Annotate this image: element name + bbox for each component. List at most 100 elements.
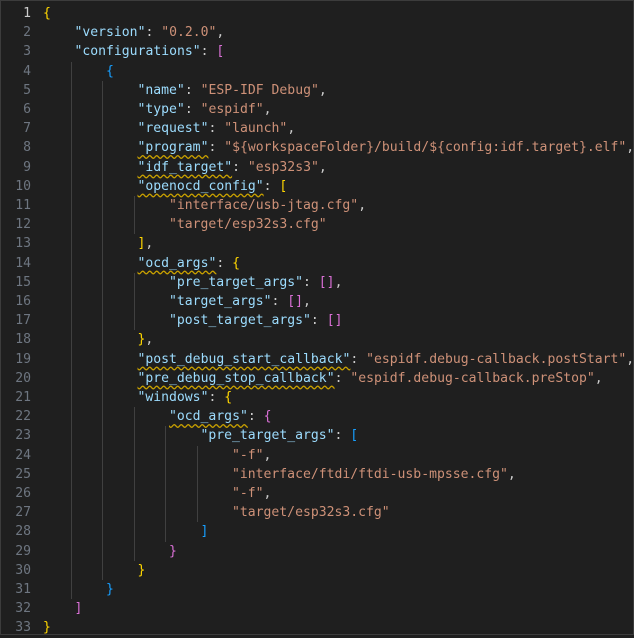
indent-guide <box>133 522 135 542</box>
line-number: 5 <box>23 82 31 98</box>
json-key: "pre_debug_stop_callback" <box>137 370 335 386</box>
indent-guide <box>102 138 103 158</box>
code-line[interactable]: "interface/usb-jtag.cfg", <box>35 196 633 216</box>
indent-guide <box>70 407 72 427</box>
code-line[interactable]: ] <box>35 522 633 542</box>
indent-guide <box>102 330 103 350</box>
line-number: 23 <box>15 428 31 444</box>
bracket: { <box>224 390 233 405</box>
bracket: } <box>169 543 177 559</box>
json-key: "configurations" <box>74 44 201 60</box>
bracket: [ <box>350 428 359 444</box>
punctuation: , <box>334 274 343 290</box>
indent-guide <box>70 196 72 216</box>
line-number: 19 <box>15 351 31 367</box>
indent-guide <box>70 253 72 273</box>
code-line[interactable]: "configurations": [ <box>35 42 633 61</box>
code-line[interactable]: "target/esp32s3.cfg" <box>35 503 633 523</box>
indent-guide <box>165 426 166 446</box>
indent-guide <box>133 311 135 331</box>
indent-guide <box>102 407 103 427</box>
indent-guide <box>70 176 72 196</box>
line-number: 9 <box>23 159 31 175</box>
line-number: 26 <box>15 486 31 501</box>
code-line[interactable]: { <box>35 4 633 23</box>
line-number: 11 <box>15 198 31 213</box>
indent-guide <box>70 311 72 331</box>
indent-guide <box>102 426 103 446</box>
code-line[interactable]: "target/esp32s3.cfg" <box>35 215 633 235</box>
code-line[interactable]: "ocd_args": { <box>35 253 633 273</box>
code-line[interactable]: "pre_debug_stop_callback": "espidf.debug… <box>35 368 633 388</box>
indent-guide <box>70 445 72 465</box>
indent-guide <box>133 484 135 504</box>
code-line[interactable]: "name": "ESP-IDF Debug", <box>35 80 633 100</box>
code-line[interactable]: "-f", <box>35 445 633 465</box>
indent-guide <box>70 100 72 120</box>
line-number: 4 <box>23 63 31 79</box>
indent-guide <box>165 445 166 465</box>
indent-guide <box>70 426 72 446</box>
punctuation: , <box>263 102 272 117</box>
bracket: [] <box>287 294 304 309</box>
bracket: } <box>43 620 51 636</box>
indent-guide <box>133 503 135 523</box>
json-string-value: "esp32s3" <box>247 159 319 175</box>
code-line[interactable]: "program": "${workspaceFolder}/build/${c… <box>35 138 634 158</box>
code-line[interactable]: ], <box>35 234 633 254</box>
code-line[interactable]: "pre_target_args": [], <box>35 272 633 292</box>
code-line[interactable]: "post_target_args": [] <box>35 311 633 331</box>
code-line[interactable]: "version": "0.2.0", <box>35 23 633 42</box>
punctuation: : <box>271 294 288 309</box>
json-key: "openocd_config" <box>137 178 264 194</box>
json-string-value: "interface/ftdi/ftdi-usb-mpsse.cfg" <box>232 466 508 482</box>
code-line[interactable]: "idf_target": "esp32s3", <box>35 157 633 177</box>
code-line[interactable]: "request": "launch", <box>35 119 633 139</box>
indent-guide <box>70 349 72 369</box>
punctuation: , <box>303 294 311 309</box>
code-line[interactable]: } <box>35 580 633 600</box>
punctuation: : <box>303 274 319 290</box>
indent-guide <box>70 464 72 484</box>
line-number: 14 <box>15 255 31 271</box>
punctuation: : <box>184 82 201 98</box>
indent-guide <box>102 484 103 504</box>
code-line[interactable]: }, <box>35 330 633 350</box>
code-line[interactable]: } <box>35 541 633 561</box>
code-line[interactable]: "openocd_config": [ <box>35 176 633 196</box>
indent-guide <box>102 368 103 388</box>
indent-guide <box>165 484 166 504</box>
json-key: "program" <box>137 140 209 156</box>
json-key: "post_target_args" <box>169 313 311 329</box>
code-line[interactable]: "type": "espidf", <box>35 100 633 120</box>
indent-guide <box>165 522 166 542</box>
indent-guide <box>70 138 72 158</box>
indent-guide <box>133 407 135 427</box>
bracket: { <box>106 63 114 79</box>
json-string-value: "espidf.debug-callback.postStart" <box>366 351 627 367</box>
code-line[interactable]: "pre_target_args": [ <box>35 426 633 446</box>
json-string-value: "espidf" <box>200 102 264 117</box>
code-line[interactable]: } <box>35 560 633 580</box>
indent-guide <box>70 330 72 350</box>
code-line[interactable]: "-f", <box>35 484 633 504</box>
code-line[interactable]: ] <box>35 599 633 618</box>
line-number: 12 <box>15 217 31 233</box>
punctuation: , <box>263 486 272 501</box>
code-line[interactable]: "post_debug_start_callback": "espidf.deb… <box>35 349 634 369</box>
code-line[interactable]: { <box>35 61 633 81</box>
indent-guide <box>70 61 72 81</box>
line-number: 10 <box>15 178 31 194</box>
indent-guide <box>102 464 103 484</box>
code-line[interactable]: "interface/ftdi/ftdi-usb-mpsse.cfg", <box>35 464 633 484</box>
code-area[interactable]: {"version": "0.2.0", "configurations": [{… <box>35 1 634 636</box>
indent-guide <box>133 215 135 235</box>
line-number: 16 <box>15 294 31 309</box>
code-line[interactable]: "target_args": [], <box>35 292 633 312</box>
code-line[interactable]: "ocd_args": { <box>35 407 633 427</box>
indent-guide <box>70 272 72 292</box>
code-line[interactable]: "windows": { <box>35 388 633 408</box>
code-editor[interactable]: 1 2 3 4 5 6 7 8 9 10 11 12 13 14 15 16 17 18 19 20 21 22 23 24 2… <box>0 0 634 635</box>
line-number: 7 <box>23 121 31 137</box>
indent-guide <box>102 272 103 292</box>
